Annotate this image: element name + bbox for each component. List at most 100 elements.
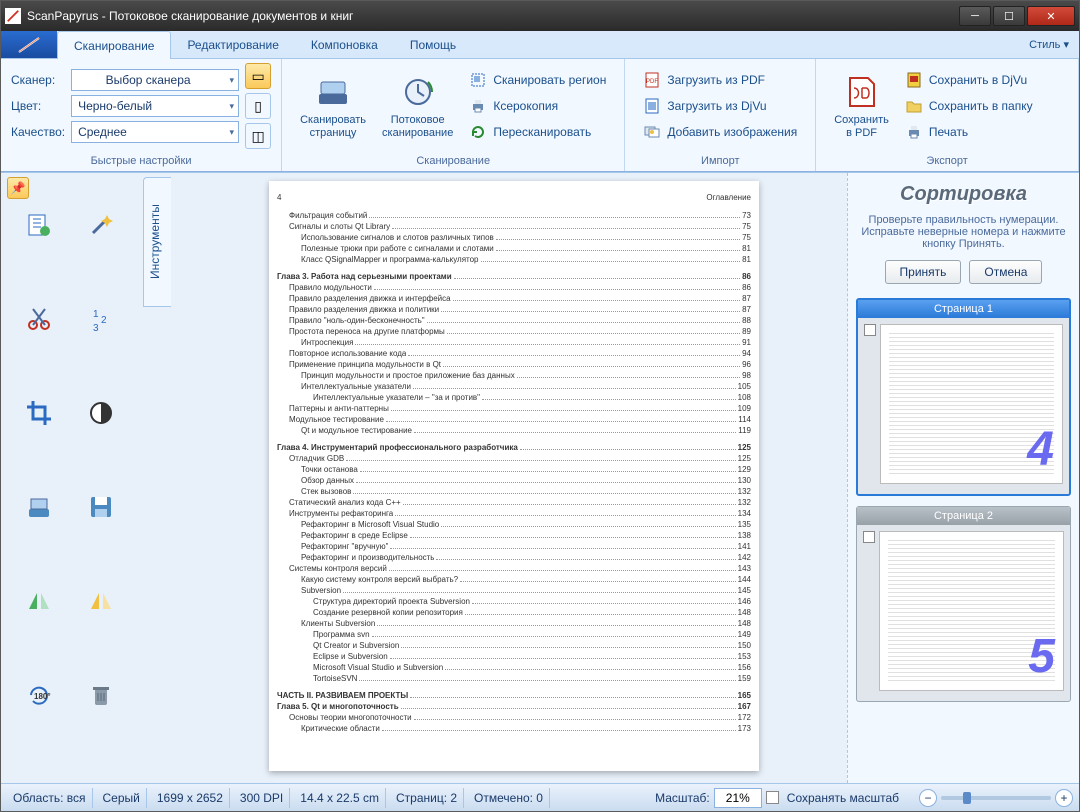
toc-row: Сигналы и слоты Qt Library75	[277, 221, 751, 232]
close-button[interactable]: ✕	[1027, 6, 1075, 26]
thumbnail-checkbox[interactable]	[863, 531, 875, 543]
scanner-icon	[313, 72, 353, 112]
toc-row: Обзор данных130	[277, 475, 751, 486]
tool-cut[interactable]	[21, 301, 57, 337]
preview-area[interactable]: 4 Оглавление Фильтрация событий73Сигналы…	[181, 173, 847, 783]
titlebar: ScanPapyrus - Потоковое сканирование док…	[1, 1, 1079, 31]
save-scale-checkbox[interactable]	[766, 791, 779, 804]
toc-row: Стек вызовов132	[277, 486, 751, 497]
toc-row: Рефакторинг и производительность142	[277, 552, 751, 563]
load-pdf-button[interactable]: PDF Загрузить из PDF	[635, 68, 805, 92]
zoom-in-button[interactable]: +	[1055, 789, 1073, 807]
tool-flip-v[interactable]	[83, 583, 119, 619]
color-select[interactable]: Черно-белый	[71, 95, 239, 117]
save-scale-label: Сохранять масштаб	[787, 791, 899, 805]
toc-row: Класс QSignalMapper и программа-калькуля…	[277, 254, 751, 265]
right-panel: Сортировка Проверьте правильность нумера…	[847, 173, 1079, 783]
tool-rotate-180[interactable]: 180°	[21, 677, 57, 713]
toc-row: Полезные трюки при работе с сигналами и …	[277, 243, 751, 254]
clock-scan-icon	[398, 72, 438, 112]
djvu-icon	[643, 97, 661, 115]
quality-label: Качество:	[11, 125, 65, 139]
thumbnail-checkbox[interactable]	[864, 324, 876, 336]
toc-row: Qt и модульное тестирование119	[277, 425, 751, 436]
region-icon	[469, 71, 487, 89]
sidebar: 📌 123 180° Инструменты	[1, 173, 181, 783]
zoom-label: Масштаб:	[655, 791, 710, 805]
thumbnail-page: 4	[880, 324, 1063, 484]
svg-text:3: 3	[93, 323, 99, 333]
refresh-icon	[469, 123, 487, 141]
zoom-slider[interactable]	[941, 796, 1051, 800]
djvu-save-icon	[905, 71, 923, 89]
zoom-out-button[interactable]: −	[919, 789, 937, 807]
window-title: ScanPapyrus - Потоковое сканирование док…	[27, 9, 957, 23]
toc-row: Применение принципа модульности в Qt96	[277, 359, 751, 370]
style-dropdown[interactable]: Стиль ▾	[1019, 31, 1079, 58]
tool-save[interactable]	[83, 489, 119, 525]
tab-scanning[interactable]: Сканирование	[57, 31, 171, 59]
toc-row: Глава 3. Работа над серьезными проектами…	[277, 271, 751, 282]
thumbnail[interactable]: Страница 2 5	[856, 506, 1071, 702]
toc-row: Правило "ноль-один-бесконечность"88	[277, 315, 751, 326]
toc-row: TortoiseSVN159	[277, 673, 751, 684]
group-export: Экспорт	[816, 153, 1078, 171]
minimize-button[interactable]: ─	[959, 6, 991, 26]
tab-help[interactable]: Помощь	[394, 31, 472, 58]
scanner-select[interactable]: Выбор сканера	[71, 69, 239, 91]
print-button[interactable]: Печать	[897, 120, 1041, 144]
tool-crop[interactable]	[21, 395, 57, 431]
tool-renumber[interactable]: 123	[83, 301, 119, 337]
maximize-button[interactable]: ☐	[993, 6, 1025, 26]
tool-scanner-settings[interactable]	[21, 489, 57, 525]
thumbnail-page: 5	[879, 531, 1064, 691]
toc-row: ЧАСТЬ II. РАЗВИВАЕМ ПРОЕКТЫ165	[277, 690, 751, 701]
accept-button[interactable]: Принять	[885, 260, 962, 284]
toc-row: Модульное тестирование114	[277, 414, 751, 425]
toc-row: Критические области173	[277, 723, 751, 734]
toc-row: Какую систему контроля версий выбрать?14…	[277, 574, 751, 585]
app-menu-button[interactable]	[1, 31, 57, 58]
save-djvu-button[interactable]: Сохранить в DjVu	[897, 68, 1041, 92]
zoom-input[interactable]	[714, 788, 762, 808]
toc-row: Точки останова129	[277, 464, 751, 475]
right-panel-desc: Проверьте правильность нумерации. Исправ…	[856, 214, 1071, 250]
images-icon	[643, 123, 661, 141]
orientation-auto-icon[interactable]: ◫	[245, 123, 271, 149]
xerox-button[interactable]: Ксерокопия	[461, 94, 614, 118]
toc-row: Программа svn149	[277, 629, 751, 640]
toc-row: Принцип модульности и простое приложение…	[277, 370, 751, 381]
thumbnail[interactable]: Страница 1 4	[856, 298, 1071, 496]
tool-magic-wand[interactable]	[83, 207, 119, 243]
orientation-portrait-icon[interactable]: ▭	[245, 63, 271, 89]
tab-editing[interactable]: Редактирование	[171, 31, 294, 58]
print-icon	[905, 123, 923, 141]
orientation-landscape-icon[interactable]: ▯	[245, 93, 271, 119]
cancel-button[interactable]: Отмена	[969, 260, 1042, 284]
tool-contrast[interactable]	[83, 395, 119, 431]
save-pdf-button[interactable]: Сохранитьв PDF	[826, 68, 897, 144]
svg-text:180°: 180°	[34, 692, 51, 701]
right-panel-title: Сортировка	[856, 183, 1071, 206]
load-djvu-button[interactable]: Загрузить из DjVu	[635, 94, 805, 118]
toc-row: Создание резервной копии репозитория148	[277, 607, 751, 618]
tool-flip-h[interactable]	[21, 583, 57, 619]
rescan-button[interactable]: Пересканировать	[461, 120, 614, 144]
scan-page-button[interactable]: Сканироватьстраницу	[292, 68, 374, 144]
toc-row: Правило разделения движка и интерфейса87	[277, 293, 751, 304]
toc-row: Инструменты рефакторинга134	[277, 508, 751, 519]
save-folder-button[interactable]: Сохранить в папку	[897, 94, 1041, 118]
toc-row: Правило модульности86	[277, 282, 751, 293]
tool-autoprocess[interactable]	[21, 207, 57, 243]
status-cm: 14.4 x 22.5 cm	[294, 788, 386, 808]
stream-scan-button[interactable]: Потоковоесканирование	[374, 68, 461, 144]
svg-text:2: 2	[101, 315, 107, 326]
pin-icon[interactable]: 📌	[7, 177, 29, 199]
add-images-button[interactable]: Добавить изображения	[635, 120, 805, 144]
quality-select[interactable]: Среднее	[71, 121, 239, 143]
tool-delete[interactable]	[83, 677, 119, 713]
scan-region-button[interactable]: Сканировать регион	[461, 68, 614, 92]
tab-layout[interactable]: Компоновка	[295, 31, 394, 58]
sidebar-tab-tools[interactable]: Инструменты	[143, 177, 171, 307]
toc-row: Клиенты Subversion148	[277, 618, 751, 629]
